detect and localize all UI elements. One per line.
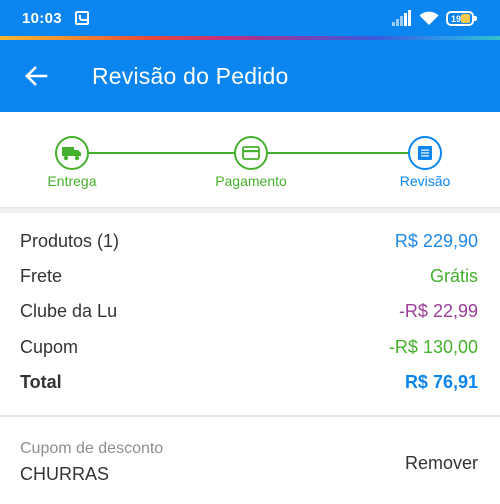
battery-icon: 19 bbox=[446, 11, 477, 26]
step-pagamento[interactable] bbox=[234, 136, 268, 170]
wifi-icon bbox=[419, 11, 439, 25]
summary-label: Produtos (1) bbox=[20, 231, 120, 251]
battery-level: 19 bbox=[451, 14, 462, 24]
step-label-revisao: Revisão bbox=[399, 173, 451, 189]
section-divider bbox=[0, 415, 500, 417]
battery-fill bbox=[461, 14, 470, 23]
arrow-left-icon bbox=[25, 66, 48, 86]
summary-value: Grátis bbox=[429, 266, 478, 286]
summary-row-clube: Clube da Lu -R$ 22,99 bbox=[20, 301, 480, 331]
summary-row-total: Total R$ 76,91 bbox=[20, 372, 480, 402]
summary-value: -R$ 22,99 bbox=[398, 301, 478, 321]
summary-row-cupom: Cupom -R$ 130,00 bbox=[20, 337, 480, 367]
total-label: Total bbox=[20, 372, 62, 392]
status-bar: 10:03 19 bbox=[0, 0, 500, 36]
total-value: R$ 76,91 bbox=[404, 372, 478, 392]
step-revisao[interactable] bbox=[408, 136, 442, 170]
summary-label: Clube da Lu bbox=[20, 301, 118, 321]
page-title: Revisão do Pedido bbox=[92, 63, 289, 89]
summary-label: Frete bbox=[20, 266, 63, 286]
coupon-code: CHURRAS bbox=[20, 464, 110, 484]
notification-app-icon bbox=[75, 11, 89, 25]
app-bar: Revisão do Pedido bbox=[0, 40, 500, 112]
step-label-pagamento: Pagamento bbox=[215, 173, 287, 189]
summary-value: R$ 229,90 bbox=[394, 231, 478, 251]
step-label-entrega: Entrega bbox=[47, 173, 97, 189]
checkout-stepper: Entrega Pagamento Revisão bbox=[0, 112, 500, 207]
step-entrega[interactable] bbox=[55, 136, 89, 170]
back-button[interactable] bbox=[20, 60, 52, 92]
step-connector bbox=[88, 152, 236, 154]
status-time: 10:03 bbox=[22, 10, 62, 27]
summary-row-produtos: Produtos (1) R$ 229,90 bbox=[20, 231, 480, 261]
credit-card-icon bbox=[242, 146, 260, 160]
truck-icon bbox=[62, 147, 81, 161]
summary-label: Cupom bbox=[20, 337, 79, 357]
section-divider bbox=[0, 207, 500, 213]
step-connector bbox=[268, 152, 410, 154]
signal-icon bbox=[392, 10, 412, 26]
coupon-caption: Cupom de desconto bbox=[20, 440, 164, 457]
summary-row-frete: Frete Grátis bbox=[20, 266, 480, 296]
list-icon bbox=[418, 146, 432, 160]
remove-coupon-button[interactable]: Remover bbox=[405, 453, 478, 474]
summary-value: -R$ 130,00 bbox=[388, 337, 478, 357]
